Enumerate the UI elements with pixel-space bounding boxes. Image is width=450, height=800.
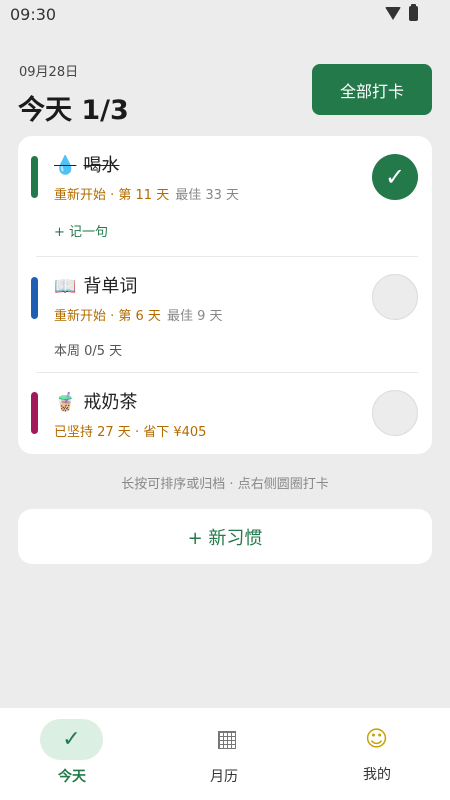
habit-item-quit-milk-tea[interactable]: 🧋 戒奶茶 已坚持 27 天 · 省下 ¥405 — [18, 373, 432, 454]
date-label: 09月28日 — [19, 65, 79, 80]
calendar-grid-icon — [217, 730, 236, 749]
habit-meta: 重新开始 · 第 11 天最佳 33 天 — [54, 184, 239, 203]
checkin-all-button[interactable]: 全部打卡 — [312, 64, 432, 115]
bottom-nav: ✓ 今天 月历 ☺ 我的 — [0, 708, 450, 800]
habit-meta: 已坚持 27 天 · 省下 ¥405 — [54, 421, 206, 440]
nav-pill-active: ✓ — [40, 719, 103, 760]
check-icon: ✓ — [384, 163, 406, 191]
nav-label-calendar: 月历 — [210, 769, 238, 785]
habit-streak: 已坚持 27 天 · 省下 ¥405 — [54, 425, 207, 440]
habit-name-text: 戒奶茶 — [83, 392, 138, 413]
add-note-link[interactable]: + 记一句 — [54, 221, 108, 240]
habit-meta: 重新开始 · 第 6 天最佳 9 天 — [54, 305, 222, 324]
hint-text: 长按可排序或归档 · 点右侧圆圈打卡 — [121, 477, 329, 492]
habit-name: 🧋 戒奶茶 — [54, 388, 137, 414]
nav-item-today[interactable]: ✓ 今天 — [0, 708, 150, 800]
nav-label-today: 今天 — [58, 769, 86, 785]
smile-icon: ☺ — [365, 727, 388, 752]
new-habit-button[interactable]: + 新习惯 — [18, 509, 432, 564]
habit-name-text: 背单词 — [83, 276, 138, 297]
book-icon: 📖 — [54, 276, 77, 297]
bubble-tea-icon: 🧋 — [54, 392, 77, 413]
habit-list-card: 💧 喝水 重新开始 · 第 11 天最佳 33 天 + 记一句 ✓ 📖 背单词 重新… — [18, 136, 432, 454]
habit-best: 最佳 9 天 — [166, 309, 223, 324]
check-icon: ✓ — [62, 727, 81, 752]
habit-accent-bar — [31, 392, 38, 434]
habit-streak: 重新开始 · 第 6 天 — [54, 309, 161, 324]
habit-streak: 重新开始 · 第 11 天 — [54, 188, 170, 203]
nav-item-me[interactable]: ☺ 我的 — [300, 708, 450, 800]
habit-check-button[interactable] — [372, 274, 418, 320]
habit-accent-bar — [31, 277, 38, 319]
wifi-icon — [385, 7, 401, 20]
status-time: 09:30 — [10, 5, 57, 24]
battery-icon — [409, 4, 418, 21]
water-drop-icon: 💧 — [54, 155, 77, 176]
habit-best: 最佳 33 天 — [175, 188, 240, 203]
nav-item-calendar[interactable]: 月历 — [150, 708, 300, 800]
page-title: 今天 1/3 — [18, 95, 129, 126]
nav-pill — [195, 719, 258, 760]
habit-accent-bar — [31, 156, 38, 198]
nav-label-me: 我的 — [363, 767, 391, 783]
habit-name: 💧 喝水 — [54, 151, 119, 177]
weekly-progress: 本周 0/5 天 — [54, 344, 123, 359]
habit-name-text: 喝水 — [83, 155, 120, 176]
habit-check-button[interactable] — [372, 390, 418, 436]
habit-check-button[interactable]: ✓ — [372, 154, 418, 200]
status-icons — [385, 4, 418, 21]
habit-item-drink-water[interactable]: 💧 喝水 重新开始 · 第 11 天最佳 33 天 + 记一句 ✓ — [18, 136, 432, 256]
status-bar: 09:30 — [0, 0, 450, 30]
nav-pill: ☺ — [345, 719, 408, 760]
habit-item-vocabulary[interactable]: 📖 背单词 重新开始 · 第 6 天最佳 9 天 本周 0/5 天 — [18, 257, 432, 372]
habit-name: 📖 背单词 — [54, 272, 137, 298]
